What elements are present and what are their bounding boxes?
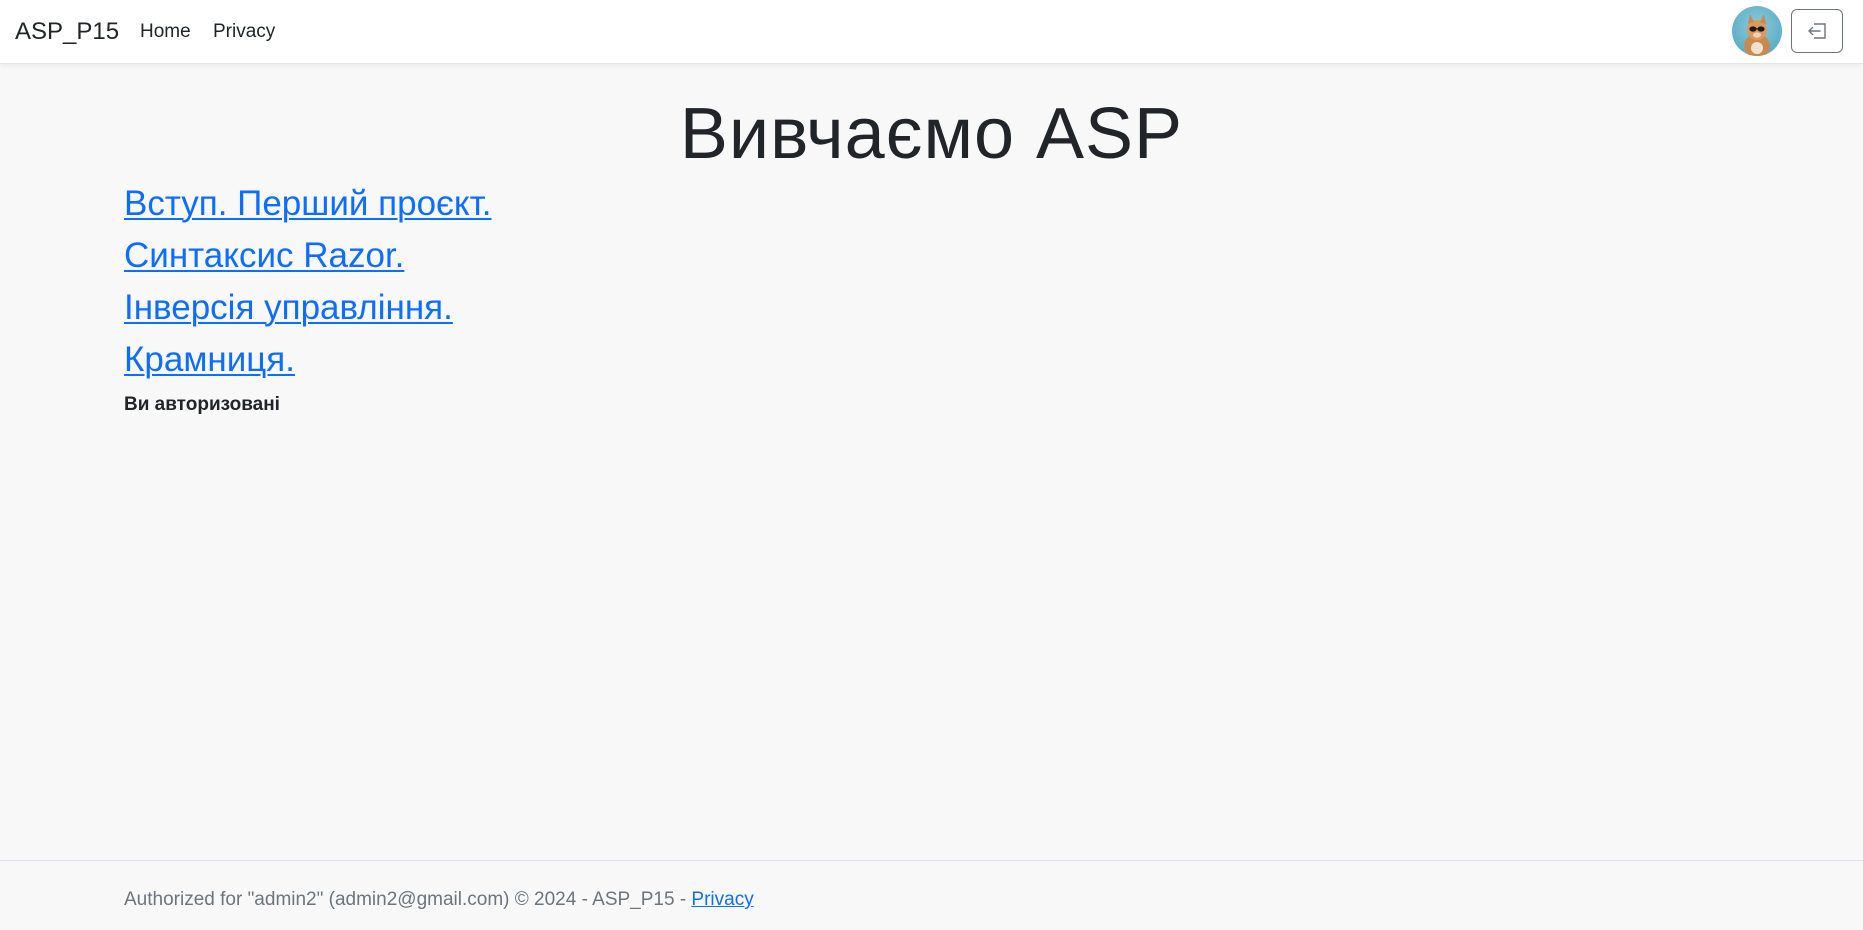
lesson-link-razor[interactable]: Синтаксис Razor. <box>124 236 404 275</box>
auth-status-text: Ви авторизовані <box>124 394 280 415</box>
page-title: Вивчаємо ASP <box>679 94 1184 174</box>
user-avatar[interactable] <box>1732 6 1782 56</box>
lesson-list: Вступ. Перший проєкт. Синтаксис Razor. І… <box>124 180 491 388</box>
top-navbar: ASP_P15 Home Privacy <box>0 0 1863 64</box>
footer-privacy-link[interactable]: Privacy <box>691 889 753 910</box>
sign-out-icon <box>1808 23 1826 39</box>
brand-link[interactable]: ASP_P15 <box>15 16 119 48</box>
lesson-link-shop[interactable]: Крамниця. <box>124 340 295 379</box>
list-item: Інверсія управління. <box>124 284 491 336</box>
page-footer: Authorized for "admin2" (admin2@gmail.co… <box>0 860 1863 930</box>
list-item: Крамниця. <box>124 336 491 388</box>
logout-button[interactable] <box>1791 9 1843 53</box>
nav-link-privacy[interactable]: Privacy <box>213 19 275 45</box>
lesson-link-ioc[interactable]: Інверсія управління. <box>124 288 453 327</box>
cat-avatar-icon <box>1744 14 1770 56</box>
list-item: Синтаксис Razor. <box>124 232 491 284</box>
nav-link-home[interactable]: Home <box>140 19 191 45</box>
lesson-link-intro[interactable]: Вступ. Перший проєкт. <box>124 184 491 223</box>
footer-text: Authorized for "admin2" (admin2@gmail.co… <box>124 887 754 913</box>
footer-authorized-text: Authorized for "admin2" (admin2@gmail.co… <box>124 889 692 910</box>
list-item: Вступ. Перший проєкт. <box>124 180 491 232</box>
